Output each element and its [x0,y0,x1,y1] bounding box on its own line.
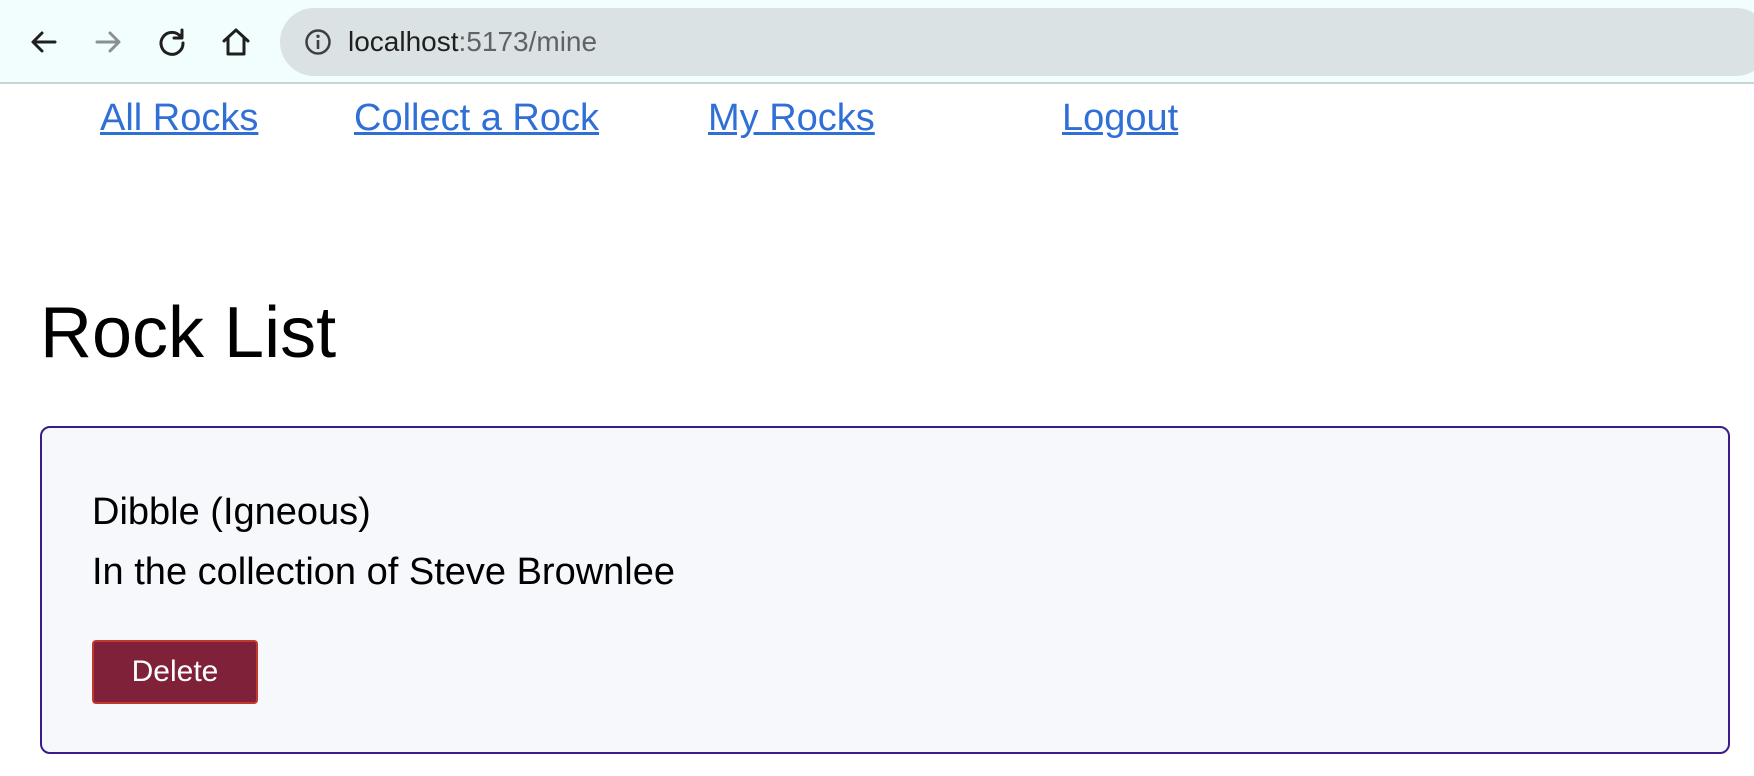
address-bar[interactable]: localhost:5173/mine [280,8,1754,76]
url-host: localhost [348,26,459,57]
home-icon[interactable] [214,20,258,64]
rock-card: Dibble (Igneous) In the collection of St… [40,426,1730,754]
nav-link-logout[interactable]: Logout [1062,92,1178,144]
page-title: Rock List [40,293,337,373]
back-arrow-icon[interactable] [22,20,66,64]
site-nav: All Rocks Collect a Rock My Rocks Logout [0,92,1754,152]
reload-icon[interactable] [150,20,194,64]
nav-link-my-rocks[interactable]: My Rocks [708,92,875,144]
url-text[interactable]: localhost:5173/mine [348,8,597,76]
url-path: :5173/mine [458,26,598,57]
rock-owner: In the collection of Steve Brownlee [92,551,676,593]
browser-toolbar: localhost:5173/mine [0,0,1754,84]
nav-link-collect-a-rock[interactable]: Collect a Rock [354,92,599,144]
info-icon[interactable] [304,28,332,56]
rock-name: Dibble (Igneous) [92,491,371,533]
forward-arrow-icon[interactable] [86,20,130,64]
nav-link-all-rocks[interactable]: All Rocks [100,92,258,144]
delete-button[interactable]: Delete [92,640,258,704]
